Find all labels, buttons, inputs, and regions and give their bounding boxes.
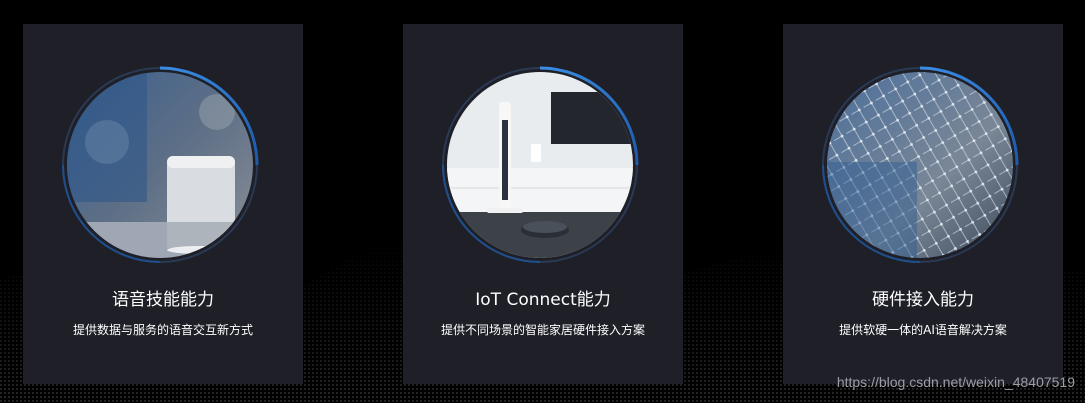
- card-description: 提供数据与服务的语音交互新方式: [72, 323, 253, 337]
- watermark-url: https://blog.csdn.net/weixin_48407519: [836, 374, 1075, 390]
- card-title: 语音技能能力: [112, 290, 214, 310]
- card-title: IoT Connect能力: [475, 290, 611, 310]
- capability-card-voice-skill[interactable]: 语音技能能力 提供数据与服务的语音交互新方式: [23, 24, 303, 384]
- smart-speaker-photo: [67, 72, 253, 258]
- circuit-board-photo: [827, 72, 1013, 258]
- card-description: 提供软硬一体的AI语音解决方案: [839, 323, 1007, 337]
- capability-card-iot-connect[interactable]: IoT Connect能力 提供不同场景的智能家居硬件接入方案: [403, 24, 683, 384]
- smart-home-livingroom-photo: [447, 72, 633, 258]
- card-title: 硬件接入能力: [872, 290, 974, 310]
- capability-card-hardware-access[interactable]: 硬件接入能力 提供软硬一体的AI语音解决方案: [783, 24, 1063, 384]
- card-description: 提供不同场景的智能家居硬件接入方案: [440, 323, 645, 337]
